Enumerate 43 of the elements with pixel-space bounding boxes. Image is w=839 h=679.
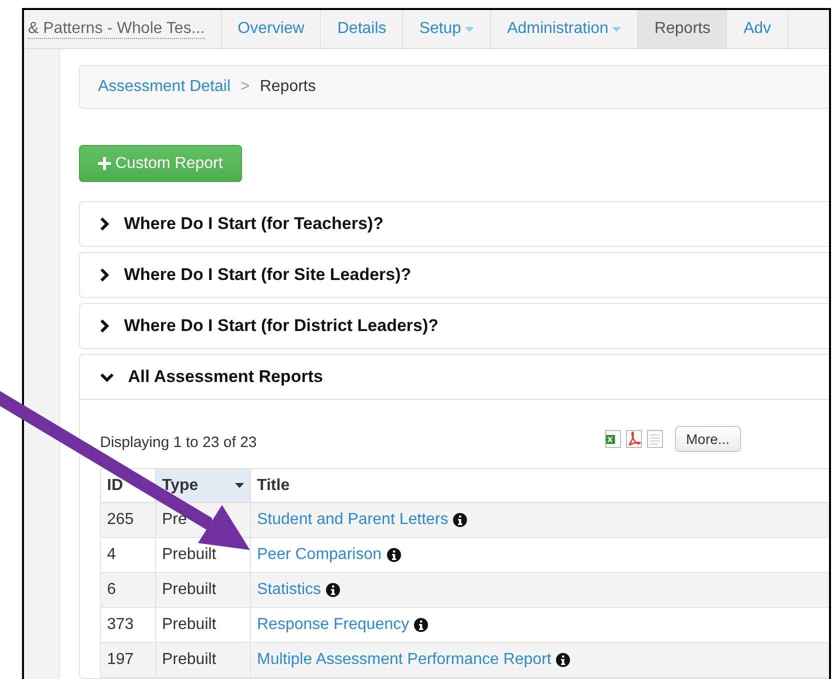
assessment-title-link[interactable]: & Patterns - Whole Tes... xyxy=(24,10,222,48)
accordion-title: All Assessment Reports xyxy=(128,367,323,387)
nav-tab[interactable]: Details xyxy=(321,10,404,48)
chevron-right-icon xyxy=(100,268,109,282)
nav-tab[interactable]: Adv xyxy=(727,10,788,48)
nav-tab[interactable]: Reports xyxy=(638,10,728,48)
breadcrumb-current: Reports xyxy=(260,78,316,96)
info-icon[interactable] xyxy=(453,513,468,527)
nav-tab[interactable]: Setup xyxy=(403,10,492,48)
info-icon[interactable] xyxy=(556,653,570,667)
chevron-right-icon xyxy=(100,217,109,231)
chevron-right-icon xyxy=(100,319,109,333)
caret-icon xyxy=(235,483,244,488)
report-title-link[interactable]: Student and Parent Letters xyxy=(257,511,448,529)
results-summary: Displaying 1 to 23 of 23 xyxy=(100,432,258,450)
caret-icon xyxy=(612,26,622,32)
caret-icon xyxy=(465,26,474,32)
report-title-link[interactable]: Peer Comparison xyxy=(257,546,382,564)
breadcrumb-separator: > xyxy=(240,78,250,96)
accordion-header[interactable]: Where Do I Start (for Teachers)? xyxy=(80,202,829,246)
nav-tab[interactable]: Overview xyxy=(222,10,322,48)
accordion-title: Where Do I Start (for District Leaders)? xyxy=(124,316,439,336)
custom-report-button[interactable]: Custom Report xyxy=(79,145,242,182)
table-cell: 197 xyxy=(100,642,156,678)
accordion-header[interactable]: Where Do I Start (for Site Leaders)? xyxy=(80,253,829,297)
table-cell: Prebuilt xyxy=(156,642,250,678)
more-button[interactable]: More... xyxy=(675,426,741,452)
breadcrumb-link[interactable]: Assessment Detail xyxy=(98,78,230,96)
accordion-title: Where Do I Start (for Site Leaders)? xyxy=(124,265,412,285)
chevron-down-icon xyxy=(100,372,114,382)
spreadsheet-icon[interactable] xyxy=(605,430,621,448)
accordion-header[interactable]: Where Do I Start (for District Leaders)? xyxy=(80,304,829,348)
column-header[interactable]: Type xyxy=(156,468,250,502)
plus-icon xyxy=(98,157,112,170)
report-title-link[interactable]: Statistics xyxy=(257,581,322,599)
info-icon[interactable] xyxy=(326,583,340,597)
info-icon[interactable] xyxy=(414,618,428,632)
pdf-icon[interactable] xyxy=(626,430,642,448)
info-icon[interactable] xyxy=(386,548,400,562)
column-header[interactable]: Title xyxy=(250,468,829,502)
report-title-link[interactable]: Response Frequency xyxy=(257,616,410,634)
accordion-title: Where Do I Start (for Teachers)? xyxy=(124,214,384,234)
accordion-header[interactable]: All Assessment Reports xyxy=(80,355,829,400)
